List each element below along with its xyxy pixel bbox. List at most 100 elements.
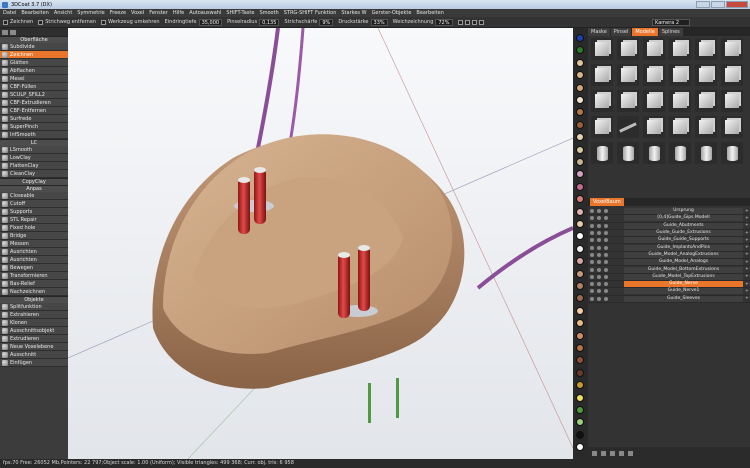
- tool-item-ausschnitt[interactable]: Ausschnitt: [0, 351, 68, 359]
- surface-mode-icon[interactable]: [604, 252, 608, 257]
- menu-item-bearbeiten[interactable]: Bearbeiten: [21, 10, 48, 16]
- expand-icon[interactable]: +: [745, 245, 750, 250]
- color-swatch[interactable]: [576, 306, 584, 315]
- color-swatch[interactable]: [576, 393, 584, 402]
- surface-mode-icon[interactable]: [604, 282, 608, 287]
- primitive-cube[interactable]: [591, 90, 613, 112]
- surface-mode-icon[interactable]: [604, 274, 608, 279]
- primitive-cube[interactable]: [643, 90, 665, 112]
- ghost-icon[interactable]: [597, 260, 601, 265]
- color-swatch[interactable]: [576, 120, 584, 129]
- primitive-cube[interactable]: [617, 90, 639, 112]
- tool-item-cbf-extrudieren[interactable]: CBF-Extrudieren: [0, 99, 68, 107]
- minimize-button[interactable]: [696, 1, 710, 8]
- primitive-cube[interactable]: [695, 116, 717, 138]
- tool-item-abflachen[interactable]: Abflachen: [0, 67, 68, 75]
- primitive-cube[interactable]: [617, 64, 639, 86]
- color-swatch[interactable]: [576, 182, 584, 191]
- primitive-cube[interactable]: [721, 64, 743, 86]
- ghost-icon[interactable]: [597, 245, 601, 250]
- surface-mode-icon[interactable]: [604, 260, 608, 265]
- tool-item-supports[interactable]: Supports: [0, 208, 68, 216]
- menu-item-symmetrie[interactable]: Symmetrie: [77, 10, 104, 16]
- voxtree-item[interactable]: [0,4]Guide_Gips Modell +: [588, 215, 750, 223]
- visibility-eye-icon[interactable]: [590, 209, 594, 214]
- camera-select[interactable]: Kamera 2: [652, 18, 690, 26]
- tab-maske[interactable]: Maske: [588, 28, 610, 36]
- delete-layer-icon[interactable]: [628, 450, 633, 456]
- expand-icon[interactable]: +: [745, 223, 750, 228]
- tool-item-extrahieren[interactable]: Extrahieren: [0, 311, 68, 319]
- primitive-cube[interactable]: [591, 116, 613, 138]
- visibility-eye-icon[interactable]: [590, 245, 594, 250]
- visibility-eye-icon[interactable]: [590, 216, 594, 221]
- color-swatch[interactable]: [576, 319, 584, 328]
- expand-icon[interactable]: +: [745, 267, 750, 272]
- color-swatch[interactable]: [576, 133, 584, 142]
- expand-icon[interactable]: +: [745, 209, 750, 214]
- lock-icon[interactable]: [457, 19, 463, 25]
- surface-mode-icon[interactable]: [604, 289, 608, 294]
- tool-item-ausrichten[interactable]: Ausrichten: [0, 248, 68, 256]
- expand-icon[interactable]: +: [745, 289, 750, 294]
- voxtree-item[interactable]: Guide_Model_TopExtrusions +: [588, 273, 750, 281]
- 3d-viewport[interactable]: [68, 28, 573, 459]
- ghost-icon[interactable]: [597, 209, 601, 214]
- remove-stroke-toggle[interactable]: Strichweg entfernen: [38, 19, 96, 25]
- color-swatch[interactable]: [576, 443, 584, 452]
- tool-item-bewegen[interactable]: Bewegen: [0, 264, 68, 272]
- color-swatch[interactable]: [576, 83, 584, 92]
- voxtree-item[interactable]: Guide_Model_AnalogExtrusions +: [588, 251, 750, 260]
- tool-item-cbf-füllen[interactable]: CBF-Füllen: [0, 83, 68, 91]
- symmetry-icon[interactable]: [471, 19, 477, 25]
- tool-item-cbf-entfernen[interactable]: CBF-Entfernen: [0, 107, 68, 115]
- primitive-cube[interactable]: [643, 116, 665, 138]
- primitive-cube[interactable]: [591, 38, 613, 60]
- visibility-eye-icon[interactable]: [590, 274, 594, 279]
- menu-item-autoauswahl[interactable]: Autoauswahl: [189, 10, 221, 16]
- color-swatch[interactable]: [576, 96, 584, 104]
- surface-mode-icon[interactable]: [604, 216, 608, 221]
- voxtree-item[interactable]: Guide_Model_Analogs +: [588, 259, 750, 267]
- voxtree-item[interactable]: Guide_Model_BottomExtrusions +: [588, 266, 750, 274]
- tool-item-bas-relief[interactable]: Bas-Relief: [0, 280, 68, 288]
- voxtree-item[interactable]: Guide_ImplantsAndPins +: [588, 244, 750, 252]
- copy-layer-icon[interactable]: [601, 450, 606, 456]
- voxtree-item[interactable]: Guide_Nerve1 +: [588, 288, 750, 296]
- visibility-eye-icon[interactable]: [590, 252, 594, 257]
- color-swatch[interactable]: [576, 71, 584, 80]
- color-swatch[interactable]: [576, 381, 584, 390]
- tool-item-splitfunktion[interactable]: Splitfunktion: [0, 303, 68, 311]
- tool-item-superpinch[interactable]: SuperPinch: [0, 123, 68, 131]
- primitive-cyl[interactable]: [695, 142, 717, 164]
- visibility-eye-icon[interactable]: [590, 223, 594, 228]
- primitive-cube[interactable]: [721, 116, 743, 138]
- primitive-rod[interactable]: [617, 116, 639, 138]
- maximize-button[interactable]: [711, 1, 725, 8]
- color-swatch[interactable]: [576, 207, 584, 216]
- color-swatch[interactable]: [576, 220, 584, 228]
- primitive-cube[interactable]: [591, 64, 613, 86]
- primitive-cube[interactable]: [721, 90, 743, 112]
- tool-item-surfrede[interactable]: Surfrede: [0, 115, 68, 123]
- menu-item-freeze[interactable]: Freeze: [110, 10, 126, 16]
- primitive-cube[interactable]: [643, 38, 665, 60]
- primitive-cyl[interactable]: [617, 142, 639, 164]
- camera-icon[interactable]: [478, 19, 484, 25]
- ghost-icon[interactable]: [597, 282, 601, 287]
- ghost-icon[interactable]: [597, 238, 601, 243]
- menu-item-ansicht[interactable]: Ansicht: [54, 10, 72, 16]
- expand-icon[interactable]: +: [745, 282, 750, 287]
- primitive-cube[interactable]: [617, 38, 639, 60]
- tool-item-lowclay[interactable]: LowClay: [0, 154, 68, 162]
- expand-icon[interactable]: +: [745, 274, 750, 279]
- section-header-anpas[interactable]: Anpas: [0, 185, 68, 192]
- surface-mode-icon[interactable]: [604, 223, 608, 228]
- tool-item-cutoff[interactable]: Cutoff: [0, 200, 68, 208]
- visibility-eye-icon[interactable]: [590, 282, 594, 287]
- primitive-cyl[interactable]: [591, 142, 613, 164]
- menu-item-starkes-w[interactable]: Starkes W: [341, 10, 366, 16]
- color-swatch[interactable]: [576, 108, 584, 117]
- tab-voxtree[interactable]: VoxelBaum: [590, 198, 624, 206]
- color-swatch[interactable]: [576, 170, 584, 179]
